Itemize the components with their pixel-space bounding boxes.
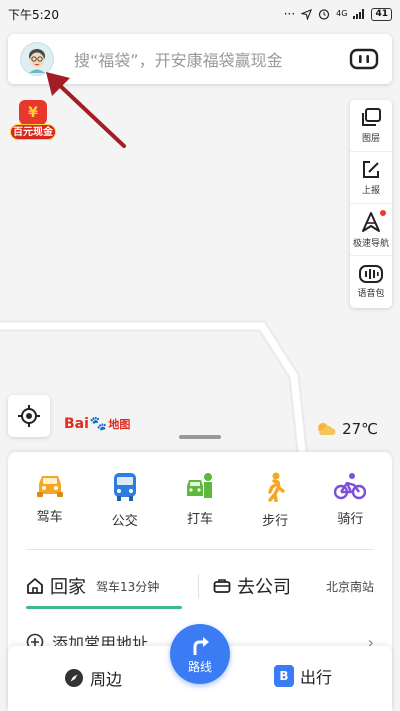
dots-icon: ··· <box>283 7 296 21</box>
separator <box>198 574 199 598</box>
taxi-icon <box>186 473 212 498</box>
mode-label: 步行 <box>262 514 289 529</box>
status-icons: ··· 4G 41 <box>284 7 392 21</box>
tool-label: 语音包 <box>357 289 385 299</box>
home-progress-underline <box>26 606 182 609</box>
crosshair-icon <box>18 405 40 427</box>
tool-layers[interactable]: 图层 <box>350 100 392 152</box>
nav-route-button[interactable]: 路线 <box>170 624 230 684</box>
nav-nearby[interactable]: 周边 <box>64 666 122 690</box>
notification-dot <box>380 210 386 216</box>
status-time: 下午5:20 <box>8 7 59 22</box>
voice-search-button[interactable] <box>348 43 380 75</box>
tool-label: 图层 <box>361 133 380 144</box>
home-icon <box>27 578 43 594</box>
mode-label: 公交 <box>111 514 138 529</box>
tool-label: 极速导航 <box>352 238 389 249</box>
navigation-icon <box>362 211 380 232</box>
nav-trip[interactable]: B 出行 <box>274 664 332 688</box>
paw-icon: 🐾 <box>89 416 108 432</box>
weather-widget[interactable]: 27℃ <box>316 420 378 438</box>
temperature: 27℃ <box>342 420 378 438</box>
work-label: 去公司 <box>237 577 291 598</box>
home-label: 回家 <box>50 577 86 598</box>
mode-label: 骑行 <box>337 512 364 527</box>
bottom-nav: 周边 路线 B 出行 <box>8 624 392 711</box>
bus-icon <box>113 473 136 501</box>
car-icon <box>36 476 63 497</box>
divider <box>26 549 374 550</box>
logo-text: 地图 <box>108 418 131 431</box>
tool-fast-navigation[interactable]: 极速导航 <box>350 204 392 256</box>
route-arrow-icon <box>193 636 209 655</box>
mode-label: 驾车 <box>36 510 63 525</box>
compass-icon <box>65 669 83 687</box>
trip-icon: B <box>274 665 294 687</box>
location-status-icon <box>301 8 313 20</box>
layers-icon <box>362 107 381 126</box>
home-eta: 驾车13分钟 <box>96 579 160 594</box>
baidu-map-logo: Bai 🐾 地图 <box>64 416 130 432</box>
tool-report[interactable]: 上报 <box>350 152 392 204</box>
signal-bars-icon <box>353 9 365 19</box>
battery-indicator: 41 <box>371 7 392 21</box>
voice-pack-icon <box>359 265 383 283</box>
shortcut-row: 回家 驾车13分钟 去公司 北京南站 <box>26 566 374 609</box>
network-signal: 4G <box>336 9 348 18</box>
go-home-shortcut[interactable]: 回家 驾车13分钟 <box>26 566 190 609</box>
logo-text: Bai <box>64 416 89 432</box>
mode-bus[interactable]: 公交 <box>95 472 155 529</box>
status-bar: 下午5:20 ··· 4G 41 <box>0 0 400 28</box>
microphone-icon <box>349 48 379 70</box>
nav-trip-label: 出行 <box>300 668 333 687</box>
bike-icon <box>334 473 367 500</box>
partly-cloudy-icon <box>318 423 336 435</box>
promo-label: 百元现金 <box>10 124 56 140</box>
tool-voice-pack[interactable]: 语音包 <box>350 256 392 308</box>
report-icon <box>363 160 379 178</box>
tool-label: 上报 <box>361 185 380 196</box>
cash-promo-badge[interactable]: ¥ 百元现金 <box>10 100 56 142</box>
mode-label: 打车 <box>186 512 213 527</box>
go-work-shortcut[interactable]: 去公司 北京南站 <box>213 573 374 599</box>
map-tool-panel: 图层 上报 极速导航 语音包 <box>350 100 392 308</box>
mode-walk[interactable]: 步行 <box>245 472 305 529</box>
lucky-bag-icon: ¥ <box>19 100 47 126</box>
alarm-icon <box>319 9 330 20</box>
work-location: 北京南站 <box>325 579 374 594</box>
mode-taxi[interactable]: 打车 <box>170 472 230 529</box>
walk-icon <box>268 472 285 502</box>
nav-route-label: 路线 <box>187 659 212 674</box>
drag-handle[interactable] <box>179 435 221 439</box>
travel-modes: 驾车 公交 打车 步行 骑行 <box>8 472 392 529</box>
briefcase-icon <box>213 579 231 593</box>
mode-drive[interactable]: 驾车 <box>20 472 80 529</box>
mode-bike[interactable]: 骑行 <box>320 472 380 529</box>
locate-me-button[interactable] <box>8 395 50 437</box>
nav-nearby-label: 周边 <box>90 670 123 689</box>
